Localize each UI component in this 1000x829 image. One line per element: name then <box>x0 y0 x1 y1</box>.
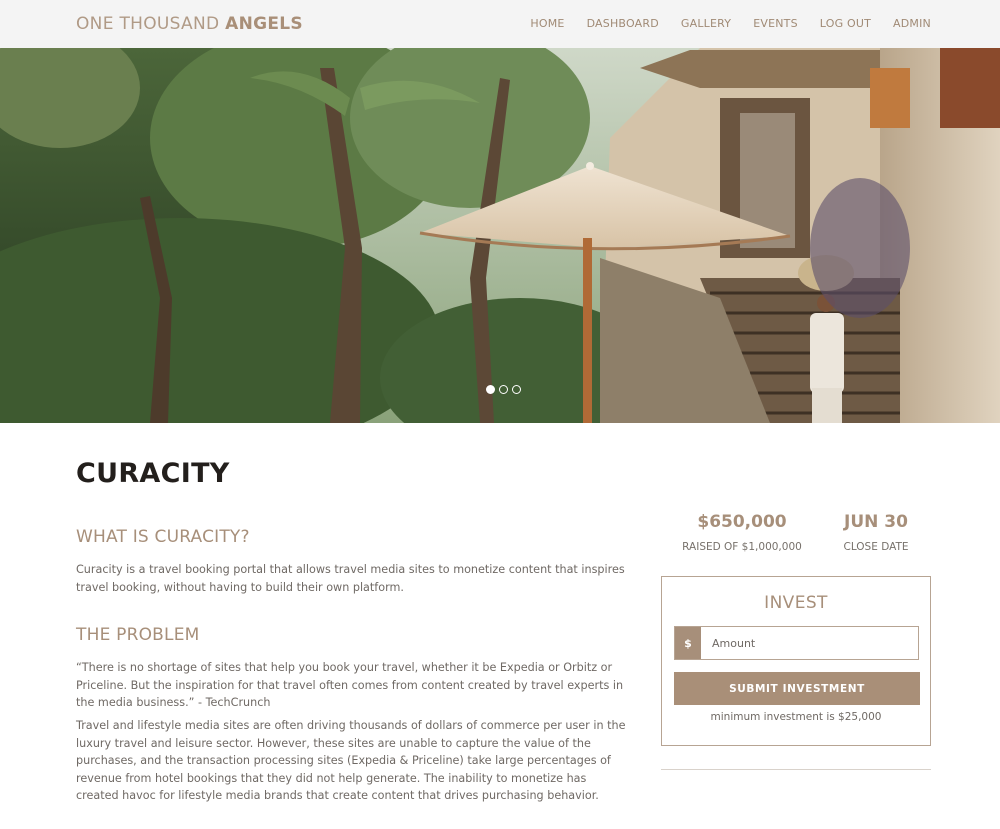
carousel-dot-2[interactable] <box>499 385 508 394</box>
carousel-dot-3[interactable] <box>512 385 521 394</box>
section-heading-what-is: WHAT IS CURACITY? <box>76 527 250 547</box>
minimum-investment-note: minimum investment is $25,000 <box>710 711 882 723</box>
raised-stat: $650,000 RAISED OF $1,000,000 <box>672 512 812 553</box>
carousel-indicators <box>486 385 521 394</box>
amount-input-group: $ <box>674 626 919 660</box>
section-paragraph-problem: Travel and lifestyle media sites are oft… <box>76 719 626 803</box>
company-title: CURACITY <box>76 458 230 489</box>
section-heading-problem: THE PROBLEM <box>76 625 200 645</box>
close-date-stat: JUN 30 CLOSE DATE <box>826 512 926 553</box>
hero-image <box>0 48 1000 423</box>
nav-home[interactable]: HOME <box>530 17 564 30</box>
section-paragraph-what-is: Curacity is a travel booking portal that… <box>76 563 625 594</box>
brand-name-bold: ANGELS <box>225 14 303 34</box>
close-date-value: JUN 30 <box>844 512 908 532</box>
carousel-dot-1[interactable] <box>486 385 495 394</box>
nav-dashboard[interactable]: DASHBOARD <box>587 17 659 30</box>
dollar-icon: $ <box>675 627 701 659</box>
top-navbar: ONE THOUSAND ANGELS HOME DASHBOARD GALLE… <box>0 0 1000 48</box>
invest-panel: INVEST $ SUBMIT INVESTMENT minimum inves… <box>661 576 931 746</box>
brand-logo[interactable]: ONE THOUSAND ANGELS <box>76 14 303 34</box>
brand-name-light: ONE THOUSAND <box>76 14 220 34</box>
section-paragraph-quote: “There is no shortage of sites that help… <box>76 661 624 710</box>
nav-gallery[interactable]: GALLERY <box>681 17 731 30</box>
nav-events[interactable]: EVENTS <box>753 17 798 30</box>
close-date-label: CLOSE DATE <box>843 541 909 553</box>
submit-investment-button[interactable]: SUBMIT INVESTMENT <box>674 672 920 705</box>
amount-input[interactable] <box>701 627 918 659</box>
nav-log-out[interactable]: LOG OUT <box>820 17 871 30</box>
nav-admin[interactable]: ADMIN <box>893 17 931 30</box>
main-nav: HOME DASHBOARD GALLERY EVENTS LOG OUT AD… <box>530 17 931 30</box>
invest-title: INVEST <box>764 593 828 613</box>
raised-value: $650,000 <box>697 512 787 532</box>
raised-label: RAISED OF $1,000,000 <box>682 541 802 553</box>
panel-divider <box>661 769 931 770</box>
hero-carousel[interactable] <box>0 48 1000 423</box>
